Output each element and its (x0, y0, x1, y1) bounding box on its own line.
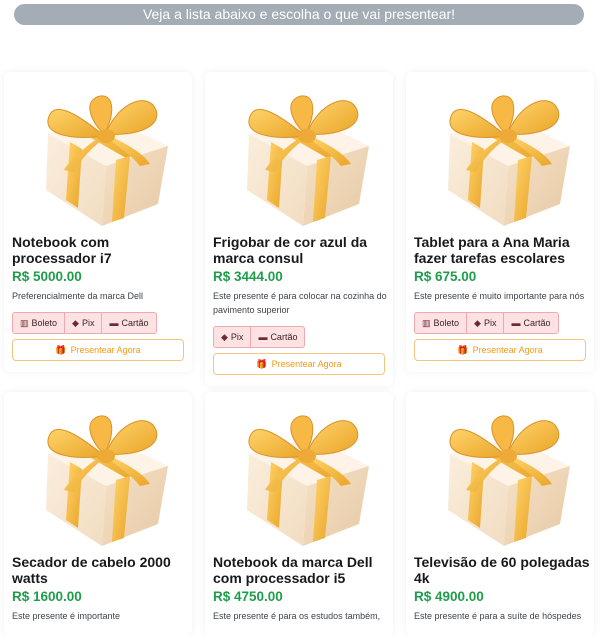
gift-icon: 🎁 (256, 358, 268, 369)
gift-price: R$ 1600.00 (12, 589, 82, 604)
gift-icon: 🎁 (55, 344, 67, 355)
pix-icon: ◆ (72, 317, 79, 328)
payment-options: ▥ Boleto ◆ Pix ▬ Cartão (414, 312, 559, 334)
give-now-button[interactable]: 🎁 Presentear Agora (414, 339, 586, 361)
credit-card-icon: ▬ (258, 332, 268, 342)
card-button[interactable]: ▬ Cartão (504, 313, 557, 333)
gift-name: Tablet para a Ana Maria fazer tarefas es… (414, 234, 570, 266)
boleto-label: Boleto (433, 318, 460, 328)
gift-box-image (420, 74, 580, 234)
give-now-label: Presentear Agora (472, 345, 543, 355)
card-button[interactable]: ▬ Cartão (251, 327, 304, 347)
card-label: Cartão (121, 318, 149, 328)
gift-name: Notebook da marca Dell com processador i… (213, 554, 373, 586)
pix-button[interactable]: ◆ Pix (467, 313, 505, 333)
credit-card-icon: ▬ (511, 318, 521, 328)
gift-box-image (219, 74, 379, 234)
pix-button[interactable]: ◆ Pix (65, 313, 103, 333)
gift-description: Este presente é para os estudos também, (213, 611, 381, 621)
barcode-icon: ▥ (422, 317, 431, 328)
give-now-label: Presentear Agora (271, 359, 342, 369)
gift-name: Notebook com processador i7 (12, 234, 112, 266)
instruction-banner: Veja a lista abaixo e escolha o que vai … (14, 4, 584, 25)
gift-description: Este presente é para colocar na cozinha … (213, 291, 387, 315)
card-label: Cartão (270, 332, 298, 342)
gift-card: Televisão de 60 polegadas 4k R$ 4900.00 … (406, 392, 594, 636)
payment-options: ▥ Boleto ◆ Pix ▬ Cartão (12, 312, 157, 334)
credit-card-icon: ▬ (109, 318, 119, 328)
pix-icon: ◆ (474, 317, 481, 328)
gift-card: Notebook com processador i7 R$ 5000.00 P… (4, 72, 192, 372)
pix-label: Pix (483, 318, 497, 328)
gift-description: Este presente é importante (12, 611, 121, 621)
pix-label: Pix (81, 318, 95, 328)
gift-price: R$ 675.00 (414, 269, 477, 284)
gift-description: Este presente é para a suíte de hóspedes (414, 611, 582, 621)
card-label: Cartão (523, 318, 551, 328)
gift-name: Frigobar de cor azul da marca consul (213, 234, 368, 266)
give-now-button[interactable]: 🎁 Presentear Agora (213, 353, 385, 375)
gift-box-image (18, 74, 178, 234)
gift-card: Secador de cabelo 2000 watts R$ 1600.00 … (4, 392, 192, 636)
gift-card: Notebook da marca Dell com processador i… (205, 392, 393, 636)
gift-box-image (219, 394, 379, 554)
give-now-button[interactable]: 🎁 Presentear Agora (12, 339, 184, 361)
boleto-button[interactable]: ▥ Boleto (415, 313, 468, 333)
boleto-button[interactable]: ▥ Boleto (13, 313, 66, 333)
gift-name: Televisão de 60 polegadas 4k (414, 554, 590, 586)
gift-name: Secador de cabelo 2000 watts (12, 554, 171, 586)
gift-description: Este presente é muito importante para nó… (414, 291, 585, 301)
gift-box-image (420, 394, 580, 554)
gift-icon: 🎁 (457, 344, 469, 355)
card-button[interactable]: ▬ Cartão (102, 313, 155, 333)
barcode-icon: ▥ (20, 317, 29, 328)
gift-price: R$ 5000.00 (12, 269, 82, 284)
pix-button[interactable]: ◆ Pix (214, 327, 252, 347)
gift-box-image (18, 394, 178, 554)
gift-card: Tablet para a Ana Maria fazer tarefas es… (406, 72, 594, 372)
gift-description: Preferencialmente da marca Dell (12, 291, 144, 301)
gift-price: R$ 3444.00 (213, 269, 283, 284)
payment-options: ◆ Pix ▬ Cartão (213, 326, 306, 348)
gift-price: R$ 4750.00 (213, 589, 283, 604)
pix-label: Pix (230, 332, 244, 342)
pix-icon: ◆ (221, 331, 228, 342)
gift-price: R$ 4900.00 (414, 589, 484, 604)
gift-card: Frigobar de cor azul da marca consul R$ … (205, 72, 393, 386)
give-now-label: Presentear Agora (70, 345, 141, 355)
boleto-label: Boleto (31, 318, 58, 328)
